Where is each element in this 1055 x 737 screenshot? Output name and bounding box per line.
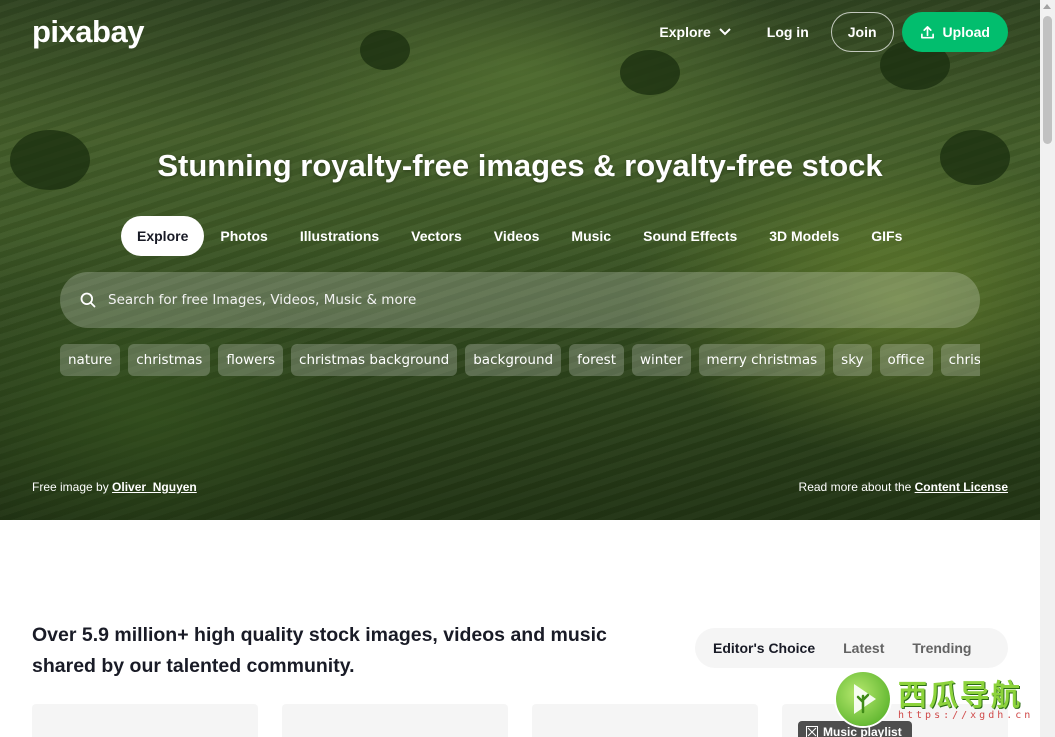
license-note: Read more about the Content License [799,480,1008,494]
tab-illustrations[interactable]: Illustrations [284,216,395,256]
media-card[interactable] [32,704,258,737]
top-navigation: Explore Log in Join Upload [645,12,1008,52]
tab-photos[interactable]: Photos [204,216,283,256]
explore-menu-button[interactable]: Explore [645,14,744,50]
tab-vectors[interactable]: Vectors [395,216,478,256]
tag-chip[interactable]: christmas [128,344,211,376]
upload-label: Upload [942,24,990,40]
tab-editors-choice[interactable]: Editor's Choice [699,630,829,666]
tag-chip[interactable]: sky [833,344,872,376]
hero-section: pixabay Explore Log in Join Upload Stunn… [0,0,1040,520]
tag-chip[interactable]: merry christmas [698,344,826,376]
scroll-up-arrow-icon[interactable] [1043,4,1051,9]
hero-tree-shape [360,30,410,70]
tab-music[interactable]: Music [555,216,627,256]
sort-tabs: Editor's Choice Latest Trending [695,628,1008,668]
tab-sound-effects[interactable]: Sound Effects [627,216,753,256]
explore-menu-label: Explore [659,24,711,40]
hero-tree-shape [620,50,680,95]
watermark-url: https://xgdh.cn [898,710,1034,721]
tag-chip[interactable]: christmas background [291,344,458,376]
site-watermark: 西瓜导航 https://xgdh.cn [836,670,1046,730]
tag-chip[interactable]: winter [632,344,691,376]
page-scrollbar[interactable] [1040,0,1055,737]
image-credit: Free image by Oliver_Nguyen [32,480,197,494]
community-intro: Over 5.9 million+ high quality stock ima… [32,624,607,677]
tag-chip[interactable]: nature [60,344,121,376]
join-button[interactable]: Join [830,12,894,52]
login-button[interactable]: Log in [753,14,823,50]
content-license-link[interactable]: Content License [915,480,1008,494]
tag-chip[interactable]: forest [569,344,624,376]
category-tabs: Explore Photos Illustrations Vectors Vid… [121,216,918,256]
tab-3d-models[interactable]: 3D Models [753,216,855,256]
search-icon [80,292,96,308]
media-card[interactable] [282,704,508,737]
popular-tags: nature christmas flowers christmas backg… [60,344,980,378]
upload-button[interactable]: Upload [901,12,1008,52]
watermark-title: 西瓜导航 [898,678,1023,712]
search-input[interactable]: Search for free Images, Videos, Music & … [60,272,980,328]
tab-explore[interactable]: Explore [121,216,205,256]
tab-gifs[interactable]: GIFs [855,216,918,256]
license-prefix: Read more about the [798,480,912,494]
playlist-icon [806,726,818,737]
watermark-logo-icon [836,672,890,726]
media-card[interactable] [532,704,758,737]
tag-chip[interactable]: flowers [218,344,284,376]
tab-latest[interactable]: Latest [829,630,898,666]
scrollbar-thumb[interactable] [1043,16,1052,144]
credit-author-link[interactable]: Oliver_Nguyen [112,480,197,494]
tab-videos[interactable]: Videos [478,216,556,256]
hero-headline: Stunning royalty-free images & royalty-f… [157,148,883,183]
pixabay-logo[interactable]: pixabay [32,14,144,50]
tab-trending[interactable]: Trending [898,630,985,666]
search-placeholder: Search for free Images, Videos, Music & … [108,292,417,308]
upload-icon [920,25,934,38]
tag-chip[interactable]: background [465,344,562,376]
chevron-down-icon [719,28,731,36]
tag-chip[interactable]: office [879,344,933,376]
tag-chip[interactable]: christm [940,344,980,376]
credit-prefix: Free image by [32,480,109,494]
